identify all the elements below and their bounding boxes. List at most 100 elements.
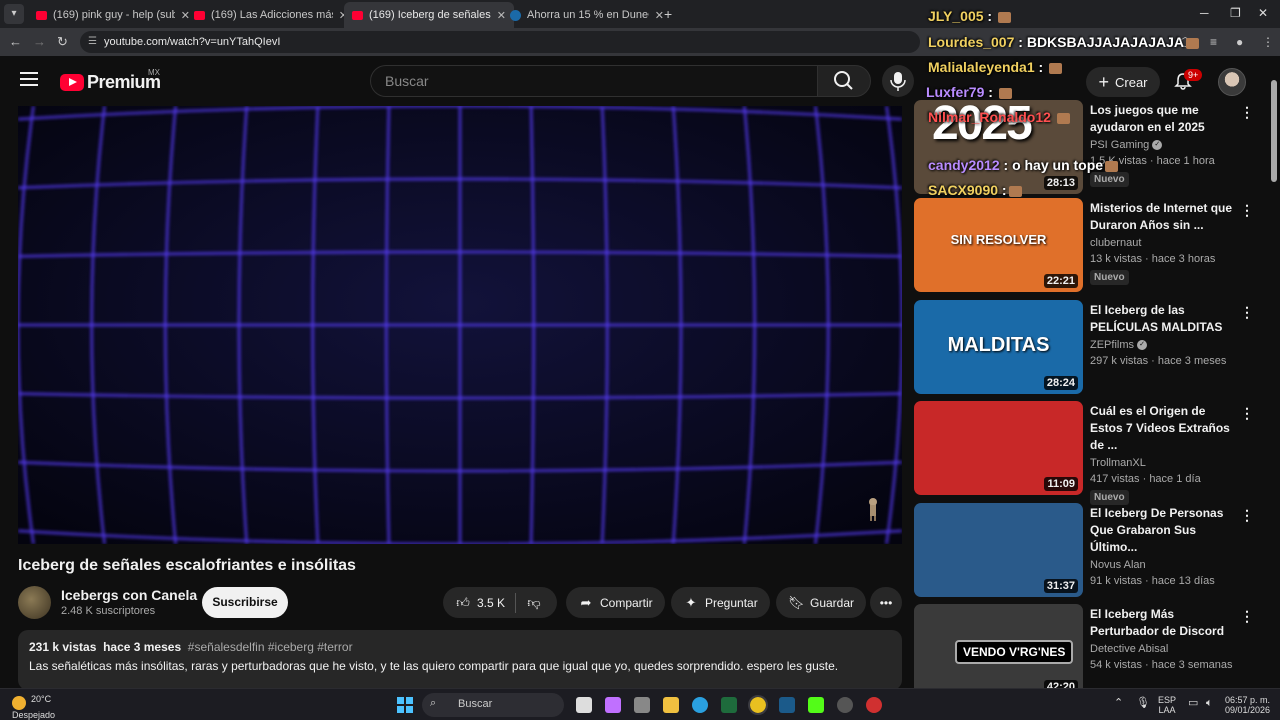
ask-button[interactable]: ✦ Preguntar — [671, 587, 770, 618]
date: 09/01/2026 — [1224, 705, 1270, 715]
obs-icon[interactable] — [837, 697, 853, 713]
more-vert-icon[interactable]: ⋮ — [1240, 202, 1254, 219]
chrome-icon[interactable] — [748, 695, 768, 715]
recommendation-card[interactable]: SIN RESOLVER 22:21 Misterios de Internet q… — [914, 198, 1254, 294]
recommendation-channel[interactable]: ZEPfilms ✓ — [1090, 339, 1240, 351]
excel-icon[interactable] — [721, 697, 737, 713]
weather-widget[interactable]: 20°C Despejado — [12, 694, 55, 720]
channel-avatar[interactable] — [18, 586, 51, 619]
age: hace 3 horas — [1151, 253, 1216, 265]
like-icon[interactable]: 👍︎ — [455, 595, 471, 611]
copilot-icon[interactable] — [605, 697, 621, 713]
browser-tab-2[interactable]: (169) Las Adicciones más Pertu ✕ — [186, 2, 356, 28]
tab-search-button[interactable]: ▾ — [4, 4, 24, 24]
app-icon[interactable] — [866, 697, 882, 713]
recommendation-title[interactable]: Cuál es el Origen de Estos 7 Videos Extr… — [1090, 403, 1240, 454]
recommendation-channel[interactable]: Detective Abisal — [1090, 643, 1240, 655]
recommendation-title[interactable]: El Iceberg de las PELÍCULAS MALDITAS — [1090, 302, 1240, 336]
hashtags[interactable]: #señalesdelfin #iceberg #terror — [188, 640, 353, 654]
profile-icon[interactable]: ● — [1236, 35, 1243, 49]
recommendation-title[interactable]: El Iceberg De Personas Que Grabaron Sus … — [1090, 505, 1240, 556]
close-icon[interactable]: ✕ — [655, 9, 664, 22]
recommendation-channel[interactable]: Novus Alan — [1090, 559, 1240, 571]
recommendation-title[interactable]: Misterios de Internet que Duraron Años s… — [1090, 200, 1240, 234]
browser-tab-4[interactable]: Ahorra un 15 % en DuneCrawl e ✕ — [502, 2, 672, 28]
chat-separator: : — [983, 8, 996, 24]
create-button[interactable]: + Crear — [1086, 67, 1160, 97]
site-info-icon[interactable]: ☰ — [88, 31, 97, 53]
window-close-button[interactable]: ✕ — [1258, 6, 1268, 20]
recommendation-thumbnail[interactable]: 11:09 — [914, 401, 1083, 495]
browser-menu-icon[interactable]: ⋮ — [1262, 35, 1274, 49]
media-icon[interactable]: ≡ — [1210, 35, 1217, 49]
sparkle-icon: ✦ — [685, 594, 697, 610]
store-icon[interactable] — [634, 697, 650, 713]
new-tab-button[interactable]: + — [664, 6, 672, 22]
steam-icon[interactable] — [779, 697, 795, 713]
overlay-sticker: VENDO V'RG'NES — [955, 640, 1074, 664]
more-vert-icon[interactable]: ⋮ — [1240, 304, 1254, 321]
minimize-button[interactable]: ─ — [1200, 6, 1209, 20]
maximize-button[interactable]: ❐ — [1230, 6, 1241, 20]
more-vert-icon[interactable]: ⋮ — [1240, 608, 1254, 625]
menu-icon[interactable] — [20, 72, 38, 86]
language-indicator[interactable]: ESP LAA — [1158, 695, 1176, 715]
recommendation-card[interactable]: 11:09 Cuál es el Origen de Estos 7 Videos… — [914, 401, 1254, 505]
create-label: Crear — [1115, 74, 1148, 90]
volume-icon[interactable]: 🔈︎ — [1206, 698, 1213, 709]
recommendation-channel[interactable]: TrollmanXL — [1090, 457, 1240, 469]
more-vert-icon[interactable]: ⋮ — [1240, 104, 1254, 121]
subscribe-button[interactable]: Suscribirse — [202, 587, 288, 618]
browser-tab-3[interactable]: (169) Iceberg de señales escalo ✕ — [344, 2, 514, 28]
file-explorer-icon[interactable] — [663, 697, 679, 713]
chat-username: Nilmar_Ronaldo12 — [928, 109, 1051, 125]
microphone-tray-icon[interactable]: 🎙︎ — [1136, 698, 1150, 709]
recommendation-thumbnail[interactable]: SIN RESOLVER 22:21 — [914, 198, 1083, 292]
share-button[interactable]: ➦ Compartir — [566, 587, 665, 618]
description-box[interactable]: 231 k vistas hace 3 meses #señalesdelfin… — [18, 630, 902, 690]
search-button[interactable] — [817, 65, 871, 97]
account-avatar[interactable] — [1218, 68, 1246, 96]
recommendation-thumbnail[interactable]: 31:37 — [914, 503, 1083, 597]
clock[interactable]: 06:57 p. m. 09/01/2026 — [1222, 695, 1270, 715]
page-scrollbar[interactable] — [1271, 80, 1277, 182]
kick-icon[interactable] — [808, 697, 824, 713]
more-vert-icon[interactable]: ⋮ — [1240, 507, 1254, 524]
edge-icon[interactable] — [692, 697, 708, 713]
recommendation-meta: 417 vistas · hace 1 día — [1090, 473, 1201, 485]
more-vert-icon[interactable]: ⋮ — [1240, 405, 1254, 422]
search-input[interactable]: Buscar — [370, 65, 818, 97]
recommendation-channel[interactable]: clubernaut — [1090, 237, 1240, 249]
network-icon[interactable]: ▭ — [1188, 698, 1198, 709]
video-player[interactable] — [18, 106, 902, 544]
channel-name: Detective Abisal — [1090, 643, 1169, 655]
task-view-icon[interactable] — [576, 697, 592, 713]
dislike-icon[interactable]: 👎︎ — [526, 595, 542, 611]
save-button[interactable]: 🔖︎ Guardar — [776, 587, 867, 618]
recommendation-thumbnail[interactable]: MALDITAS 28:24 — [914, 300, 1083, 394]
recommendation-title[interactable]: Los juegos que me ayudaron en el 2025 — [1090, 102, 1240, 136]
taskbar-search[interactable]: ⌕ Buscar — [422, 693, 564, 717]
youtube-premium-logo[interactable]: Premium MX — [60, 68, 161, 93]
tab-title: (169) pink guy - help (sub. esp — [53, 9, 175, 21]
forward-icon[interactable]: → — [33, 34, 46, 49]
more-actions-button[interactable]: ••• — [870, 587, 902, 618]
recommendation-card[interactable]: MALDITAS 28:24 El Iceberg de las PELÍCULAS… — [914, 300, 1254, 396]
chat-username: Luxfer79 — [926, 84, 985, 100]
reload-icon[interactable]: ↻ — [57, 34, 68, 50]
windows-start-icon[interactable] — [397, 697, 413, 713]
recommendation-channel[interactable]: PSI Gaming ✓ — [1090, 139, 1240, 151]
recommendation-meta: 13 k vistas · hace 3 horas — [1090, 253, 1216, 265]
like-count[interactable]: 3.5 K — [477, 596, 505, 610]
recommendation-title[interactable]: El Iceberg Más Perturbador de Discord — [1090, 606, 1240, 640]
browser-tab-1[interactable]: (169) pink guy - help (sub. esp ✕ — [28, 2, 198, 28]
like-dislike-group: 👍︎ 3.5 K 👎︎ — [443, 587, 557, 618]
age: hace 1 hora — [1156, 155, 1215, 167]
url-bar[interactable]: ☰ youtube.com/watch?v=unYTahQIevI — [80, 31, 920, 53]
tray-expand-icon[interactable]: ⌃ — [1114, 698, 1123, 709]
voice-search-button[interactable] — [882, 65, 914, 97]
channel-name[interactable]: Icebergs con Canela — [61, 587, 197, 603]
recommendation-meta: 54 k vistas · hace 3 semanas — [1090, 659, 1233, 671]
recommendation-card[interactable]: 31:37 El Iceberg De Personas Que Grabaron… — [914, 503, 1254, 599]
back-icon[interactable]: ← — [9, 34, 22, 49]
